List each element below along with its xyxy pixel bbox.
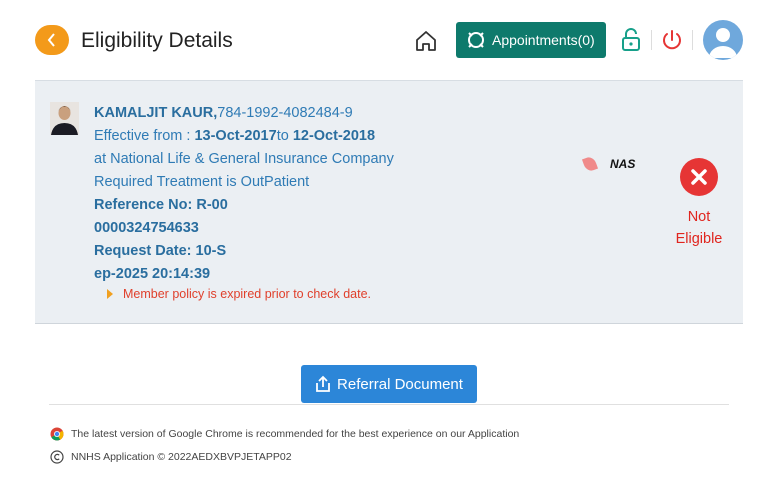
home-icon: [416, 31, 436, 51]
chevron-left-icon: [47, 33, 55, 47]
effective-to-word: to: [276, 128, 289, 144]
patient-details: KAMALJIT KAUR,784-1992-4082484-9 Effecti…: [94, 102, 424, 286]
appointments-label: Appointments: [492, 32, 578, 48]
effective-prefix: Effective from :: [94, 128, 195, 144]
eligibility-card: KAMALJIT KAUR,784-1992-4082484-9 Effecti…: [35, 80, 743, 324]
close-icon: [691, 169, 707, 185]
browser-note-text: The latest version of Google Chrome is r…: [71, 428, 520, 440]
copyright: NNHS Application © 2022AEDXBVPJETAPP02: [50, 450, 292, 464]
status-line-1: Not: [687, 209, 711, 225]
home-button[interactable]: [414, 29, 438, 53]
referral-document-button[interactable]: Referral Document: [301, 365, 477, 403]
header-divider: [692, 30, 693, 50]
patient-photo: [50, 102, 79, 135]
logout-button[interactable]: [660, 28, 684, 52]
leaf-icon: [581, 155, 599, 173]
lock-icon: [622, 28, 640, 51]
footer-divider: [49, 404, 729, 405]
status-line-2: Eligible: [675, 231, 723, 247]
not-eligible-icon: [680, 158, 718, 196]
effective-from: 13-Oct-2017: [194, 128, 277, 144]
policy-warning: Member policy is expired prior to check …: [107, 287, 371, 301]
lock-button[interactable]: [620, 28, 642, 52]
copyright-text: NNHS Application © 2022AEDXBVPJETAPP02: [71, 451, 292, 463]
user-avatar[interactable]: [703, 20, 743, 60]
upload-icon: [316, 375, 330, 392]
chrome-icon: [50, 427, 64, 441]
header-divider: [651, 30, 652, 50]
reference-number: Reference No: R-000000324754633: [94, 194, 234, 240]
appointments-icon: [468, 32, 484, 48]
browser-note: The latest version of Google Chrome is r…: [50, 427, 519, 441]
request-date-label: Request Date:: [94, 243, 196, 259]
patient-id: 784-1992-4082484-9: [217, 105, 353, 121]
effective-to: 12-Oct-2018: [292, 128, 376, 144]
page-title: Eligibility Details: [81, 29, 233, 52]
eligibility-status: Not Eligible: [655, 206, 743, 250]
back-button[interactable]: [35, 25, 69, 55]
policy-warning-text: Member policy is expired prior to check …: [123, 287, 372, 301]
reference-label: Reference No:: [94, 197, 197, 213]
provider-tag-text: NAS: [610, 157, 636, 171]
insurer-line: at National Life & General Insurance Com…: [94, 151, 394, 167]
appointments-count: (0): [577, 32, 595, 48]
caret-right-icon: [107, 289, 113, 299]
power-icon: [663, 30, 681, 50]
user-icon: [709, 28, 737, 58]
header: Eligibility Details Appointments (0): [0, 0, 778, 80]
appointments-button[interactable]: Appointments (0): [456, 22, 606, 58]
copyright-icon: [50, 450, 64, 464]
patient-name: KAMALJIT KAUR,: [94, 105, 218, 121]
request-date: Request Date: 10-Sep-2025 20:14:39: [94, 240, 234, 286]
treatment-line: Required Treatment is OutPatient: [94, 174, 310, 190]
provider-tag: NAS: [581, 155, 636, 173]
referral-document-label: Referral Document: [337, 375, 463, 393]
patient-portrait-icon: [51, 106, 78, 135]
